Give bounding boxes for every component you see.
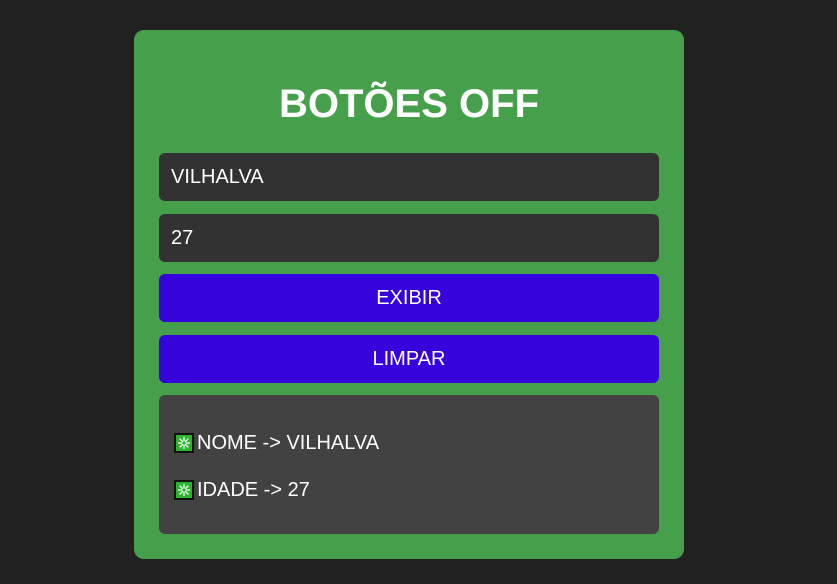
output-text: IDADE -> 27 (197, 479, 310, 501)
output-line-name: NOME -> VILHALVA (174, 431, 379, 455)
main-card: BOTÕES OFF EXIBIR LIMPAR NOME -> VILHALV… (134, 30, 684, 559)
output-line-age: IDADE -> 27 (174, 478, 310, 502)
show-button[interactable]: EXIBIR (159, 274, 659, 322)
output-panel: NOME -> VILHALVA IDADE -> 27 (159, 395, 659, 534)
sparkle-icon (174, 480, 194, 500)
page-title: BOTÕES OFF (279, 82, 539, 126)
name-input[interactable] (159, 153, 659, 201)
sparkle-icon (174, 433, 194, 453)
output-text: NOME -> VILHALVA (197, 432, 380, 454)
clear-button[interactable]: LIMPAR (159, 335, 659, 383)
age-input[interactable] (159, 214, 659, 262)
